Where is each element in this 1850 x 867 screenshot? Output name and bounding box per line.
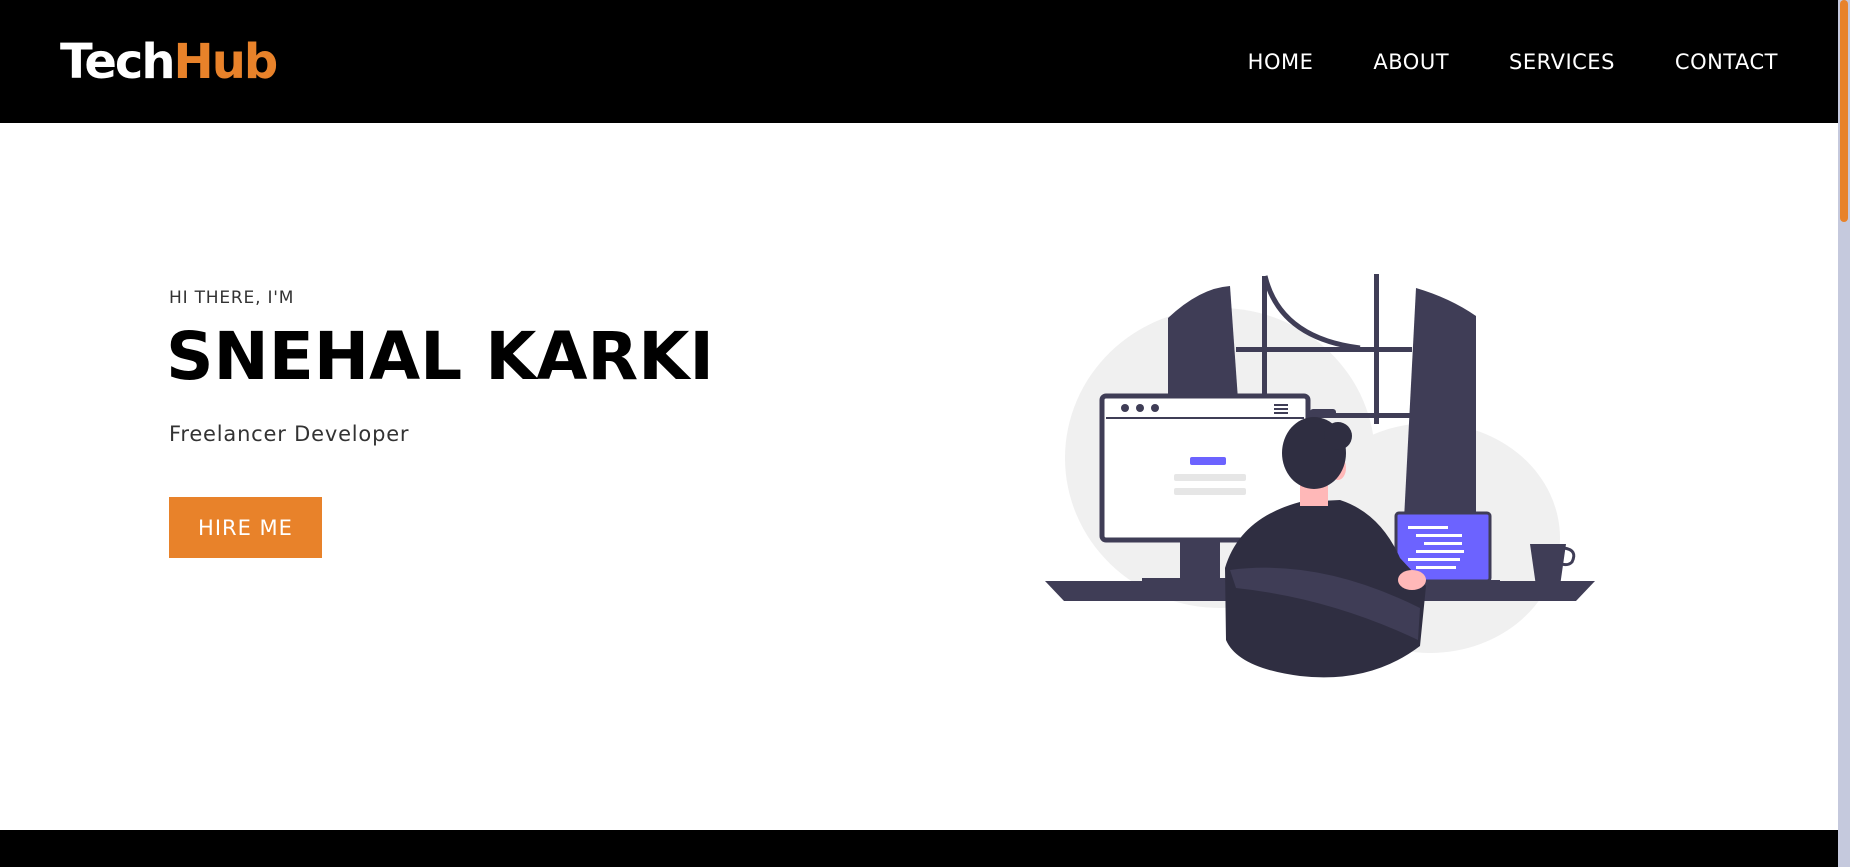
brand-name-part1: Tech <box>60 34 176 90</box>
monitor-purple-bar <box>1190 457 1226 465</box>
developer-at-desk-illustration <box>1045 274 1595 678</box>
nav-contact-link[interactable]: CONTACT <box>1675 44 1778 80</box>
laptop-code-line <box>1416 534 1462 537</box>
scrollbar-thumb[interactable] <box>1840 0 1848 222</box>
hero-greeting: HI THERE, I'M <box>169 288 295 308</box>
hero-name: SNEHAL KARKI <box>166 318 714 395</box>
laptop-code-line <box>1416 566 1456 569</box>
monitor-menu-icon <box>1274 404 1288 406</box>
laptop-code-line <box>1416 550 1464 553</box>
monitor-menu-icon <box>1274 408 1288 410</box>
monitor-stand <box>1180 538 1220 582</box>
monitor-gray-bar <box>1174 474 1246 481</box>
monitor-gray-bar <box>1174 488 1246 495</box>
window-frame-horizontal <box>1236 347 1412 352</box>
monitor-dot <box>1136 404 1144 412</box>
coffee-mug <box>1530 544 1566 586</box>
nav-home-link[interactable]: HOME <box>1248 44 1314 80</box>
monitor-cam <box>1310 409 1336 417</box>
page: TechHub HOME ABOUT SERVICES CONTACT HI T… <box>0 0 1838 867</box>
hero-role: Freelancer Developer <box>169 422 410 446</box>
laptop-code-line <box>1424 542 1462 545</box>
top-navbar: TechHub HOME ABOUT SERVICES CONTACT <box>0 0 1838 123</box>
laptop-code-line <box>1408 558 1460 561</box>
nav-about-link[interactable]: ABOUT <box>1373 44 1449 80</box>
laptop-code-line <box>1408 526 1448 529</box>
page-scrollbar[interactable] <box>1838 0 1850 867</box>
brand-logo[interactable]: TechHub <box>60 30 279 94</box>
person-hair-bun <box>1324 422 1352 450</box>
main-nav: HOME ABOUT SERVICES CONTACT <box>1248 44 1778 80</box>
monitor-dot <box>1151 404 1159 412</box>
monitor-dot <box>1121 404 1129 412</box>
nav-services-link[interactable]: SERVICES <box>1509 44 1615 80</box>
monitor-menu-icon <box>1274 412 1288 414</box>
brand-name-part2: Hub <box>173 34 279 90</box>
hire-me-button[interactable]: HIRE ME <box>169 497 322 558</box>
person-hand <box>1398 570 1426 590</box>
footer-bar <box>0 830 1838 867</box>
